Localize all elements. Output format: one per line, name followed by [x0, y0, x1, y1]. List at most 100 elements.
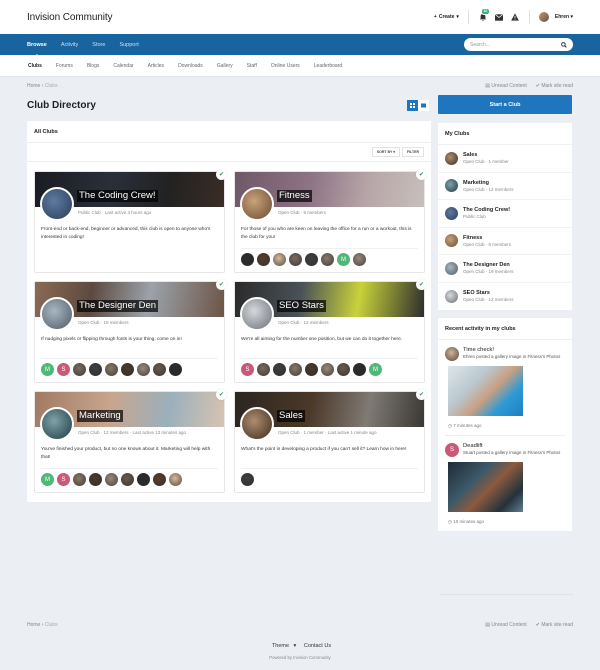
- club-avatar[interactable]: [240, 297, 274, 331]
- mark-site-read-link[interactable]: ✔ Mark site read: [536, 83, 573, 89]
- nav-item-browse[interactable]: Browse: [27, 42, 47, 57]
- nav-item-activity[interactable]: Activity: [61, 42, 78, 48]
- subnav-item-leaderboard[interactable]: Leaderboard: [314, 63, 342, 69]
- member-avatar[interactable]: M: [41, 473, 54, 486]
- member-avatar[interactable]: [241, 253, 254, 266]
- club-name[interactable]: Sales: [463, 152, 509, 158]
- club-name[interactable]: Fitness: [463, 235, 511, 241]
- breadcrumb-home[interactable]: Home: [27, 83, 40, 89]
- club-name[interactable]: The Designer Den: [77, 300, 159, 312]
- my-club-item[interactable]: The Coding Crew! Public Club: [438, 200, 572, 228]
- my-club-item[interactable]: SEO Stars Open Club · 12 members: [438, 283, 572, 311]
- my-club-item[interactable]: Sales Open Club · 1 member: [438, 145, 572, 173]
- member-avatar[interactable]: [305, 363, 318, 376]
- contact-us-link[interactable]: Contact Us: [304, 643, 331, 649]
- theme-selector[interactable]: Theme ▾: [269, 643, 296, 649]
- author-avatar[interactable]: [445, 347, 459, 361]
- club-avatar[interactable]: [240, 187, 274, 221]
- member-avatar[interactable]: [89, 363, 102, 376]
- club-name[interactable]: Marketing: [77, 410, 123, 422]
- member-avatar[interactable]: [353, 253, 366, 266]
- author-avatar[interactable]: S: [445, 443, 459, 457]
- club-name[interactable]: SEO Stars: [277, 300, 326, 312]
- search-input[interactable]: Search...: [464, 38, 573, 51]
- mark-site-read-link[interactable]: ✔ Mark site read: [536, 622, 573, 628]
- member-avatar[interactable]: [153, 363, 166, 376]
- activity-image[interactable]: [448, 462, 523, 512]
- filter-button[interactable]: FILTER: [402, 147, 424, 157]
- member-avatar[interactable]: [105, 363, 118, 376]
- member-avatar[interactable]: [169, 473, 182, 486]
- subnav-item-downloads[interactable]: Downloads: [178, 63, 203, 69]
- my-club-item[interactable]: Fitness Open Club · 8 members: [438, 228, 572, 255]
- member-avatar[interactable]: [273, 363, 286, 376]
- sort-by-button[interactable]: SORT BY ▾: [371, 147, 400, 157]
- member-avatar[interactable]: S: [57, 473, 70, 486]
- activity-image[interactable]: [448, 366, 523, 416]
- club-name[interactable]: Fitness: [277, 190, 312, 202]
- subnav-item-calendar[interactable]: Calendar: [113, 63, 133, 69]
- member-avatar[interactable]: [73, 473, 86, 486]
- member-avatar[interactable]: M: [337, 253, 350, 266]
- member-avatar[interactable]: [169, 363, 182, 376]
- member-avatar[interactable]: M: [41, 363, 54, 376]
- member-avatar[interactable]: [273, 253, 286, 266]
- subnav-item-clubs[interactable]: Clubs: [28, 63, 42, 69]
- club-card[interactable]: ✔ The Designer Den Open Club · 19 members I…: [34, 279, 227, 383]
- member-avatar[interactable]: [257, 253, 270, 266]
- list-view-button[interactable]: [418, 99, 429, 111]
- nav-item-store[interactable]: Store: [92, 42, 105, 48]
- club-name[interactable]: Marketing: [463, 180, 514, 186]
- club-name[interactable]: SEO Stars: [463, 290, 514, 296]
- create-button[interactable]: + Create ▾: [434, 14, 459, 20]
- user-avatar[interactable]: [538, 12, 549, 22]
- my-club-item[interactable]: The Designer Den Open Club · 19 members: [438, 255, 572, 283]
- search-icon[interactable]: [561, 41, 567, 48]
- club-avatar[interactable]: [40, 297, 74, 331]
- member-avatar[interactable]: [137, 363, 150, 376]
- subnav-item-staff[interactable]: Staff: [247, 63, 257, 69]
- member-avatar[interactable]: [121, 363, 134, 376]
- subnav-item-online-users[interactable]: Online Users: [271, 63, 300, 69]
- club-name[interactable]: The Coding Crew!: [77, 190, 158, 202]
- member-avatar[interactable]: [353, 363, 366, 376]
- club-avatar[interactable]: [40, 407, 74, 441]
- member-avatar[interactable]: M: [369, 363, 382, 376]
- messages-button[interactable]: [494, 12, 504, 22]
- club-name[interactable]: Sales: [277, 410, 305, 422]
- grid-view-button[interactable]: [407, 99, 418, 111]
- club-card[interactable]: ✔ The Coding Crew! Public Club · Last acti…: [34, 169, 227, 273]
- unread-content-link[interactable]: ▤ Unread Content: [485, 83, 526, 89]
- club-card[interactable]: ✔ Marketing Open Club · 12 members · Last …: [34, 389, 227, 493]
- club-avatar[interactable]: [40, 187, 74, 221]
- activity-title[interactable]: Time check!: [463, 347, 560, 353]
- club-card[interactable]: ✔ Fitness Open Club · 8 members For those o…: [234, 169, 427, 273]
- subnav-item-blogs[interactable]: Blogs: [87, 63, 100, 69]
- member-avatar[interactable]: [321, 363, 334, 376]
- member-avatar[interactable]: [89, 473, 102, 486]
- member-avatar[interactable]: S: [57, 363, 70, 376]
- start-club-button[interactable]: Start a Club: [438, 95, 572, 114]
- my-club-item[interactable]: Marketing Open Club · 12 members: [438, 173, 572, 200]
- breadcrumb-home[interactable]: Home: [27, 622, 40, 628]
- member-avatar[interactable]: [257, 363, 270, 376]
- member-avatar[interactable]: [153, 473, 166, 486]
- user-menu[interactable]: Ehren ▾: [555, 14, 573, 20]
- activity-title[interactable]: Deadlift: [463, 443, 560, 449]
- club-name[interactable]: The Designer Den: [463, 262, 514, 268]
- club-card[interactable]: ✔ SEO Stars Open Club · 12 members We're al…: [234, 279, 427, 383]
- member-avatar[interactable]: [289, 363, 302, 376]
- club-card[interactable]: ✔ Sales Open Club · 1 member · Last active…: [234, 389, 427, 493]
- subnav-item-gallery[interactable]: Gallery: [217, 63, 233, 69]
- member-avatar[interactable]: [121, 473, 134, 486]
- club-name[interactable]: The Coding Crew!: [463, 207, 510, 213]
- member-avatar[interactable]: [289, 253, 302, 266]
- subnav-item-articles[interactable]: Articles: [148, 63, 164, 69]
- member-avatar[interactable]: [137, 473, 150, 486]
- member-avatar[interactable]: [305, 253, 318, 266]
- site-logo[interactable]: Invision Community: [27, 12, 113, 23]
- member-avatar[interactable]: [73, 363, 86, 376]
- member-avatar[interactable]: [241, 473, 254, 486]
- club-avatar[interactable]: [240, 407, 274, 441]
- member-avatar[interactable]: [337, 363, 350, 376]
